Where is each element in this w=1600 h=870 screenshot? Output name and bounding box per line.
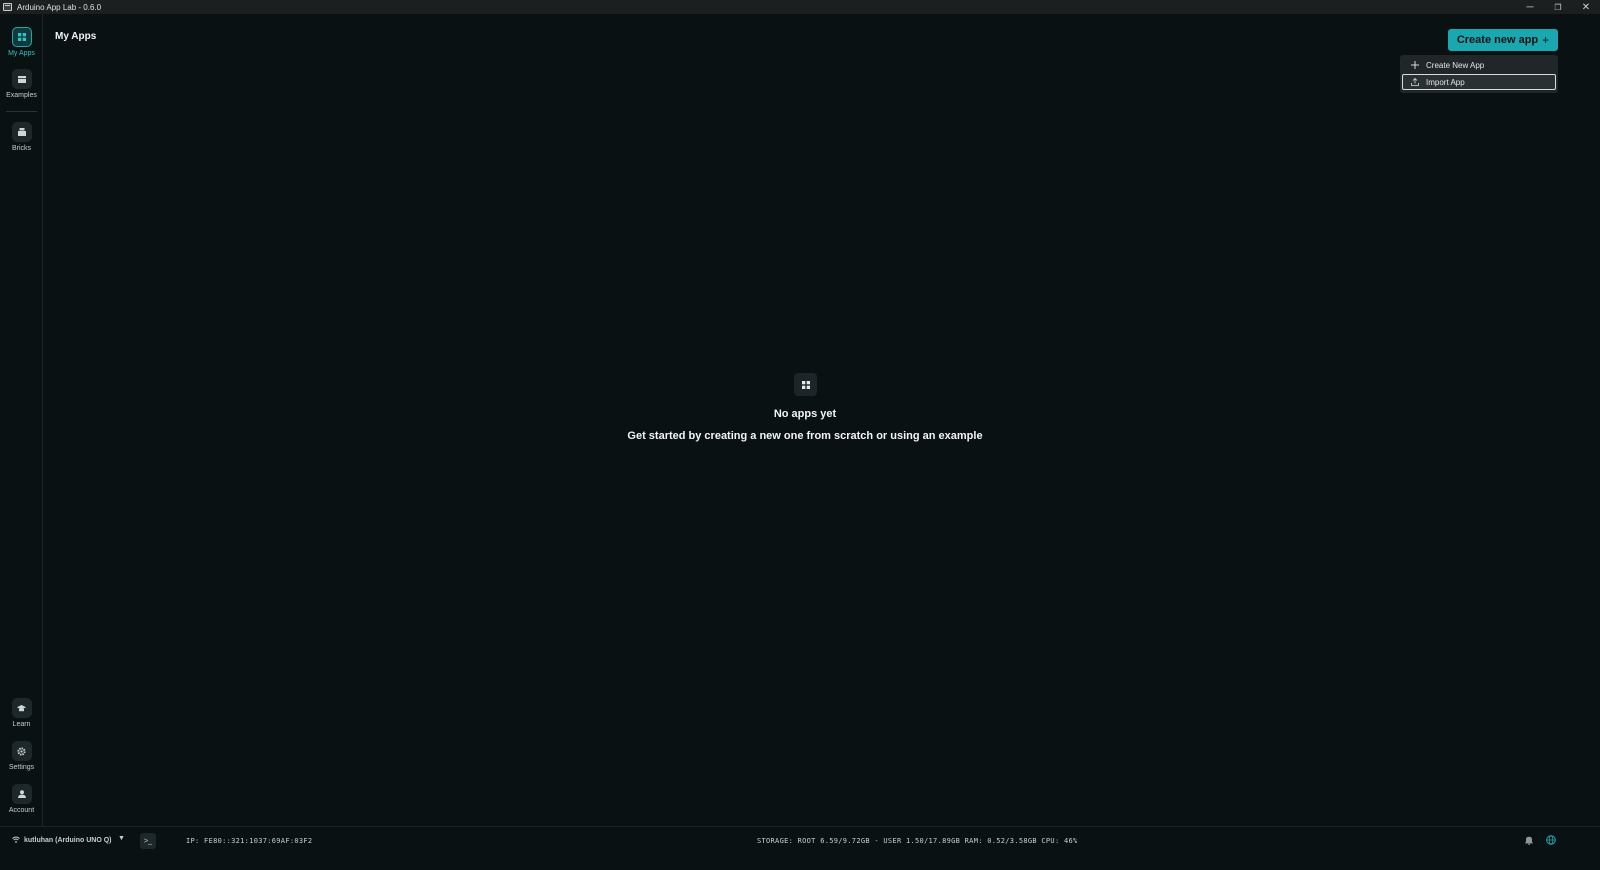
user-icon [11,784,32,804]
title-bar: Arduino App Lab - 0.6.0 ─ ❐ ✕ [0,0,1600,14]
menu-item-import-app[interactable]: Import App [1402,74,1556,90]
ip-address: IP: FE80::321:1037:69AF:03F2 [186,837,313,845]
menu-item-create-new-app[interactable]: Create New App [1402,57,1556,73]
gear-icon [11,741,32,761]
sidebar-item-my-apps[interactable]: My Apps [0,27,43,57]
minimize-button[interactable]: ─ [1516,0,1544,14]
sidebar-item-learn[interactable]: Learn [0,698,43,728]
device-selector[interactable]: kutluhan (Arduino UNO Q) [12,836,112,845]
sidebar-item-label: Learn [12,721,31,728]
status-bar: kutluhan (Arduino UNO Q) ▼ >_ IP: FE80::… [0,826,1600,854]
bricks-icon [11,122,32,142]
plus-icon [1410,60,1420,70]
create-new-app-button[interactable]: Create new app + [1448,29,1558,51]
wifi-icon [12,836,20,845]
system-stats: STORAGE: ROOT 6.59/9.72GB - USER 1.50/17… [757,837,1078,845]
window-title: Arduino App Lab - 0.6.0 [17,2,102,12]
chevron-down-icon[interactable]: ▼ [118,835,125,842]
device-name: kutluhan (Arduino UNO Q) [24,837,112,844]
sidebar-item-label: Bricks [11,145,32,152]
create-new-app-label: Create new app [1456,34,1539,46]
terminal-button[interactable]: >_ [140,833,156,849]
terminal-icon: >_ [144,837,152,845]
menu-item-label: Create New App [1426,60,1485,70]
sidebar-item-label: Examples [6,92,37,99]
app-logo-icon [3,3,12,11]
sidebar-item-bricks[interactable]: Bricks [0,122,43,152]
grid-icon [11,27,32,47]
menu-item-label: Import App [1426,77,1465,87]
window-controls: ─ ❐ ✕ [1516,0,1600,14]
globe-icon[interactable] [1546,835,1556,847]
sidebar-divider [6,111,37,112]
sidebar-item-settings[interactable]: Settings [0,741,43,771]
sidebar-item-label: Settings [8,764,35,771]
examples-icon [11,69,32,89]
page-title: My Apps [55,31,97,42]
bell-icon[interactable] [1525,836,1533,847]
bottom-strip [0,854,1600,870]
sidebar-item-account[interactable]: Account [0,784,43,814]
plus-icon: + [1542,33,1550,47]
close-button[interactable]: ✕ [1572,0,1600,14]
empty-state-grid-icon [794,373,817,396]
sidebar: My Apps Examples Bricks Learn Settings A… [0,14,43,842]
sidebar-item-label: Account [8,807,35,814]
sidebar-item-label: My Apps [8,50,35,57]
create-app-dropdown-menu: Create New App Import App [1400,55,1558,93]
empty-state-subtitle: Get started by creating a new one from s… [627,430,983,442]
graduation-cap-icon [11,698,32,718]
sidebar-item-examples[interactable]: Examples [0,69,43,99]
restore-button[interactable]: ❐ [1544,0,1572,14]
empty-state-title: No apps yet [773,408,837,420]
upload-icon [1410,77,1420,87]
